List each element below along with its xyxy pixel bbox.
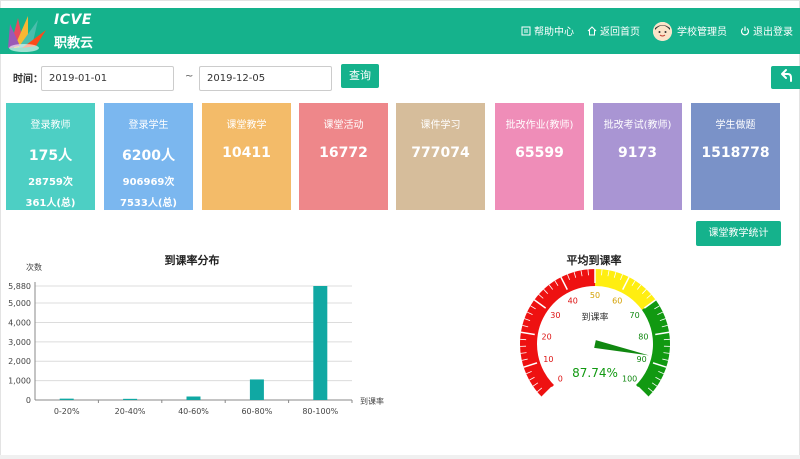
stat-card-title: 登录学生 [128, 120, 169, 131]
logo-text: ICVE [54, 12, 92, 28]
x-tick-label: 80-100% [302, 407, 338, 416]
stat-card-class-teaching[interactable]: 课堂教学 10411 [202, 103, 291, 210]
bar-0-20% [59, 398, 74, 400]
footer-divider [0, 455, 800, 459]
gauge-band [595, 269, 656, 310]
x-tick-label: 0-20% [54, 407, 80, 416]
nav-logout[interactable]: 退出登录 [740, 23, 793, 38]
stat-card-title: 学生做题 [715, 120, 756, 131]
help-doc-icon [521, 26, 531, 35]
gauge-tick-label: 0 [558, 375, 563, 384]
stat-card-login-students[interactable]: 登录学生 6200人 906969次 7533人(总) [104, 103, 193, 210]
logo[interactable]: ICVE 职教云 [6, 8, 96, 54]
y-tick-label: 4,000 [8, 318, 31, 327]
stat-card-value: 10411 [222, 145, 271, 161]
home-icon [587, 25, 597, 35]
stat-card-sub2: 7533人(总) [120, 198, 177, 209]
stat-card-title: 课堂活动 [323, 120, 364, 131]
stat-card-value: 65599 [515, 145, 564, 161]
power-icon [740, 26, 750, 35]
stat-card-title: 课堂教学 [226, 120, 267, 131]
stat-card-sub2: 361人(总) [25, 198, 76, 209]
query-button[interactable]: 查询 [341, 64, 379, 88]
x-axis-label: 到课率 [360, 396, 384, 406]
stat-card-value: 1518778 [701, 145, 770, 161]
gauge-tick-label: 40 [568, 296, 578, 305]
gauge-value: 87.74% [572, 366, 618, 380]
gauge-tick [587, 269, 589, 276]
x-tick-label: 60-80% [241, 407, 272, 416]
back-button[interactable] [771, 66, 800, 89]
gauge-tick [601, 269, 603, 276]
stat-card-title: 批改考试(教师) [603, 120, 672, 131]
time-label: 时间： [13, 74, 43, 85]
stat-card-sub1: 906969次 [122, 177, 175, 188]
avatar[interactable] [653, 22, 672, 41]
stat-card-title: 批改作业(教师) [505, 120, 574, 131]
gauge-needle [594, 340, 649, 356]
nav-help-label: 帮助中心 [534, 27, 574, 38]
user-avatar-icon [653, 22, 672, 41]
nav-user-label: 学校管理员 [677, 27, 727, 38]
stat-card-title: 课件学习 [420, 120, 461, 131]
back-arrow-icon [781, 69, 792, 82]
gauge-tick-label: 100 [622, 375, 637, 384]
gauge-tick-label: 30 [550, 311, 560, 320]
y-tick-label: 1,000 [8, 377, 31, 386]
start-date-input[interactable]: 2019-01-01 [41, 66, 174, 91]
end-date-input[interactable]: 2019-12-05 [199, 66, 332, 91]
gauge-tick-label: 90 [637, 355, 647, 364]
attendance-gauge: 0 10 20 30 40 50 60 70 80 90 100 到课率 87.74% [520, 269, 670, 398]
date-separator: ~ [185, 71, 194, 82]
y-tick-label: 2,000 [8, 357, 31, 366]
stat-card-courseware-study[interactable]: 课件学习 777074 [396, 103, 485, 210]
y-tick-label: 0 [26, 396, 31, 405]
top-header: ICVE 职教云 帮助中心 返回首页 学校管理员 退出登录 [0, 8, 800, 54]
x-tick-label: 20-40% [115, 407, 146, 416]
gauge-tick-label: 20 [542, 332, 552, 341]
gauge-tick-label: 80 [638, 332, 648, 341]
logo-fan-icon [8, 16, 46, 52]
x-tick-label: 40-60% [178, 407, 209, 416]
bar-80-100% [313, 286, 328, 400]
class-teaching-stats-button[interactable]: 课堂教学统计 [696, 221, 781, 246]
stat-card-grade-homework[interactable]: 批改作业(教师) 65599 [495, 103, 584, 210]
stat-card-value: 175人 [28, 148, 73, 164]
gauge-tick-label: 50 [590, 291, 600, 300]
stat-card-login-teachers[interactable]: 登录教师 175人 28759次 361人(总) [6, 103, 95, 210]
gauge-tick-label: 60 [612, 296, 622, 305]
nav-user[interactable]: 学校管理员 [677, 23, 727, 38]
stat-card-title: 登录教师 [30, 120, 71, 131]
y-tick-label: 5,880 [8, 282, 31, 291]
y-tick-label: 5,000 [8, 299, 31, 308]
stat-card-grade-exam[interactable]: 批改考试(教师) 9173 [593, 103, 682, 210]
bar-40-60% [186, 396, 201, 400]
nav-home-label: 返回首页 [600, 27, 640, 38]
gauge-band [636, 299, 670, 398]
nav-home[interactable]: 返回首页 [587, 23, 640, 38]
attendance-distribution-chart: 次数 0 1,000 2,000 3,000 4,000 5,000 5,880 0-20% 20… [8, 262, 384, 416]
stat-card-value: 9173 [618, 145, 657, 161]
bar-60-80% [249, 379, 264, 400]
stat-card-value: 16772 [319, 145, 368, 161]
gauge-tick-label: 10 [543, 355, 553, 364]
y-tick-label: 3,000 [8, 338, 31, 347]
y-axis-label: 次数 [26, 262, 42, 272]
stat-card-value: 777074 [411, 145, 470, 161]
stat-card-sub1: 28759次 [28, 177, 73, 188]
nav-logout-label: 退出登录 [753, 27, 793, 38]
stat-card-student-exercises[interactable]: 学生做题 1518778 [691, 103, 780, 210]
logo-subtext: 职教云 [54, 36, 94, 51]
stat-card-value: 6200人 [122, 148, 175, 164]
gauge-label: 到课率 [581, 311, 608, 323]
bar-20-40% [123, 398, 138, 400]
nav-help[interactable]: 帮助中心 [521, 23, 574, 38]
gauge-tick-label: 70 [630, 311, 640, 320]
stat-card-class-activity[interactable]: 课堂活动 16772 [299, 103, 388, 210]
